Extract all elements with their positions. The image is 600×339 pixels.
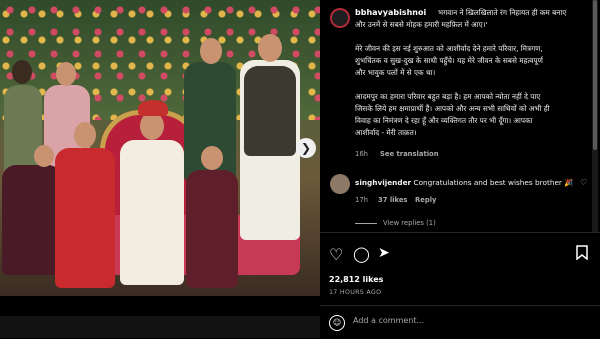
commenter-avatar[interactable] [330,174,350,194]
add-comment-bar: ☺ [320,305,600,339]
bookmark-icon[interactable] [576,245,588,264]
comment-username[interactable]: singhvijender [355,178,411,187]
instagram-post-window: ❯ bbhavyabishnoi भगवान ने खिलखिलाते रंग … [0,0,600,338]
comment-bubble-icon[interactable]: ◯ [353,245,370,263]
caption-line: आदमपुर का हमारा परिवार बहुत बड़ा है। हम … [355,92,541,101]
caption-line: जिसके लिये हम क्षमाप्रार्थी हैं। आपको और… [355,104,550,113]
see-translation-link[interactable]: See translation [380,150,439,158]
caption-line: भगवान ने खिलखिलाते रंग निहायत ही कम बनाए [438,8,567,17]
view-replies-link[interactable]: View replies (1) [355,219,436,227]
person-groom [120,140,184,285]
comment-input[interactable] [353,316,583,325]
caption-line: और उनमें से सबसे मोहक हमारी महफ़िल में आ… [355,20,488,29]
caption-time: 16h [355,150,368,158]
person-seated-2 [55,148,115,288]
heart-icon[interactable]: ♡ [329,245,343,264]
comment-likes[interactable]: 37 likes [378,196,407,204]
person-seated-1 [2,165,62,275]
person-head [34,145,54,167]
paper-plane-icon[interactable]: ➤ [378,245,390,261]
person-vest [244,66,296,156]
author-avatar[interactable] [330,8,350,28]
comment-time: 17h [355,196,368,204]
caption-line: आशीर्वाद - मेरी ताक़त। [355,128,417,137]
comment-row: singhvijender Congratulations and best w… [355,177,587,189]
caption-username[interactable]: bbhavyabishnoi [355,8,426,17]
photo-footer-strip [0,316,320,338]
person-head [56,62,76,86]
comments-list: bbhavyabishnoi भगवान ने खिलखिलाते रंग नि… [320,0,590,232]
comment-reply-button[interactable]: Reply [415,196,436,204]
comments-scrollbar[interactable] [592,0,598,232]
person-head [74,122,96,148]
comment-text: Congratulations and best wishes brother … [413,178,574,187]
person-head [258,34,282,62]
comments-panel: bbhavyabishnoi भगवान ने खिलखिलाते रंग नि… [320,0,600,338]
person-head [12,60,32,84]
caption-line: विवाह का निमंत्रण दे रहा हूँ और व्यक्तिग… [355,116,533,125]
post-actions: ♡ ◯ ➤ 22,812 likes 17 HOURS AGO [320,232,600,303]
person-head [201,146,223,170]
post-timestamp: 17 HOURS AGO [329,289,382,296]
person-head [140,112,164,140]
smile-icon[interactable]: ☺ [329,315,345,331]
turban [138,100,168,116]
scrollbar-thumb[interactable] [593,0,597,150]
person-seated-4 [186,170,238,288]
like-count[interactable]: 22,812 likes [329,275,383,284]
caption-line: शुभचिंतक व सुख-दुख के साथी पहुँचे। यह मे… [355,56,543,65]
caption-line: मेरे जीवन की इस नई शुरुआत को आशीर्वाद दे… [355,44,543,53]
caption-line: और भावुक पलों में से एक था। [355,68,436,77]
post-photo[interactable]: ❯ [0,0,320,296]
comment-like-icon[interactable]: ♡ [580,178,587,187]
person-head [200,38,222,64]
next-photo-button[interactable]: ❯ [296,138,316,158]
